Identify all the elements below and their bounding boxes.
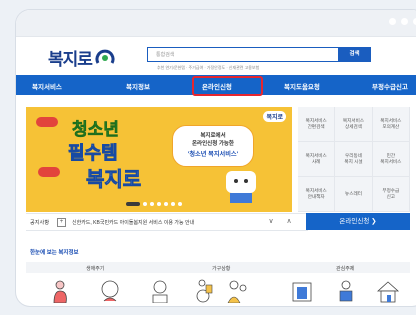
banner-title-2: 필수템: [68, 143, 118, 164]
nav-item-help-request[interactable]: 복지도움요청: [284, 81, 320, 91]
quick-menu-item[interactable]: 민간 복지서비스: [372, 142, 410, 177]
logo-text: 복지로: [48, 50, 93, 69]
character-icon: [226, 171, 256, 203]
pager-dot[interactable]: [143, 202, 147, 206]
quick-menu-item[interactable]: 부정수급 신고: [372, 177, 410, 212]
quick-menu-item[interactable]: 복지서비스 간편검색: [298, 107, 336, 142]
site-header: 복지로 통합검색 검색 추천 연기/문헌탭 · 주거급여 · 가정안정도 · 신…: [16, 37, 416, 75]
notice-bar: 공지사항 + 신한카드, KB국민카드 아이돌봄지원 서비스 이용 가능 안내 …: [26, 213, 308, 231]
banner-bubble-line-2: 온라인신청 가능한: [191, 141, 234, 147]
banner-bubble: 복지로에서 온라인신청 가능한 '청소년 복지서비스': [172, 125, 254, 167]
quick-menu-item[interactable]: 뉴스레터: [335, 177, 373, 212]
worker-icon[interactable]: [334, 279, 358, 303]
banner-title-3: 복지로: [86, 169, 142, 192]
category-bar: 생애주기 가구상황 관심주제: [26, 262, 410, 273]
window-controls: [389, 18, 416, 25]
nav-item-welfare-info[interactable]: 복지정보: [126, 81, 150, 91]
title-bar: [16, 10, 416, 37]
disability-icon[interactable]: [192, 279, 216, 303]
notice-text[interactable]: 신한카드, KB국민카드 아이돌봄지원 서비스 이용 가능 안내: [72, 219, 194, 226]
chevron-up-icon[interactable]: ∧: [282, 216, 296, 228]
nav-active-highlight: [192, 76, 263, 96]
main-banner[interactable]: 청소년 필수템 복지로 복지로에서 온라인신청 가능한 '청소년 복지서비스' …: [26, 107, 292, 212]
category-tab-life-cycle[interactable]: 생애주기: [86, 265, 104, 272]
site-logo[interactable]: 복지로: [48, 45, 116, 70]
window-dot-icon[interactable]: [389, 18, 396, 25]
window-dot-icon[interactable]: [401, 18, 408, 25]
book-icon[interactable]: [290, 279, 314, 303]
quick-menu-item[interactable]: 복지서비스 상세검색: [335, 107, 373, 142]
main-nav: 복지서비스 복지정보 온라인신청 복지도움요청 부정수급신고: [16, 75, 416, 96]
search-button[interactable]: 검색: [338, 47, 371, 62]
banner-bubble-line-3: '청소년 복지서비스': [187, 151, 239, 158]
nav-item-fraud-report[interactable]: 부정수급신고: [372, 81, 408, 91]
child-icon[interactable]: [148, 279, 172, 303]
family-icon[interactable]: [226, 279, 250, 303]
nav-item-welfare-service[interactable]: 복지서비스: [32, 81, 62, 91]
quick-menu-grid: 복지서비스 간편검색 복지서비스 상세검색 복지서비스 모의계산 복지서비스 사…: [298, 107, 410, 212]
pregnancy-icon[interactable]: [48, 279, 72, 303]
category-icons: [26, 275, 410, 305]
quick-menu-item[interactable]: 복지서비스 안내책자: [298, 177, 336, 212]
pager-dot[interactable]: [164, 202, 168, 206]
pager-dot[interactable]: [150, 202, 154, 206]
online-apply-button[interactable]: 온라인신청 ❯: [306, 213, 410, 230]
sticker-icon: [36, 117, 60, 177]
house-icon[interactable]: [376, 279, 400, 303]
search-input[interactable]: 통합검색: [147, 47, 339, 62]
pager-dot[interactable]: [157, 202, 161, 206]
banner-pager: [126, 202, 182, 206]
chevron-down-icon[interactable]: ∨: [264, 216, 278, 228]
pager-dot-active[interactable]: [126, 202, 140, 206]
pager-dot[interactable]: [178, 202, 182, 206]
category-tab-household[interactable]: 가구상황: [212, 265, 230, 272]
logo-mark-icon: [95, 49, 115, 64]
search-hint: 추천 연기/문헌탭 · 주거급여 · 가정안정도 · 신재관련 고용보험: [157, 65, 260, 70]
banner-logo: 복지로: [263, 111, 286, 122]
search-placeholder: 통합검색: [156, 52, 175, 58]
banner-bubble-line-1: 복지로에서: [200, 133, 226, 139]
notice-more-icon[interactable]: +: [57, 218, 66, 227]
quick-menu-item[interactable]: 우리동네 복지 시설: [335, 142, 373, 177]
notice-label: 공지사항: [30, 220, 50, 226]
section-title: 한눈에 보는 복지정보: [30, 250, 79, 256]
banner-title-1: 청소년: [72, 120, 120, 140]
category-tab-interest[interactable]: 관심주제: [336, 265, 354, 272]
infant-icon[interactable]: [98, 279, 122, 303]
quick-menu-item[interactable]: 복지서비스 사례: [298, 142, 336, 177]
quick-menu-item[interactable]: 복지서비스 모의계산: [372, 107, 410, 142]
pager-dot[interactable]: [171, 202, 175, 206]
